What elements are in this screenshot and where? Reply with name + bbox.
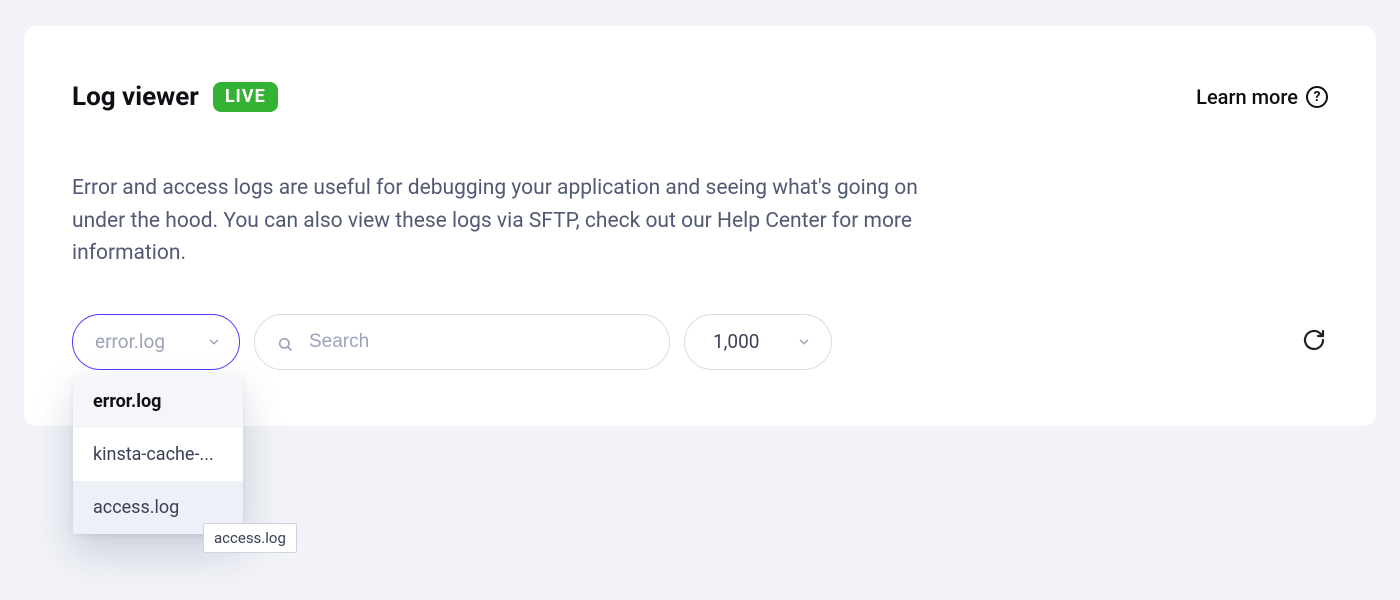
search-input[interactable]	[309, 331, 647, 353]
page-title: Log viewer	[72, 82, 199, 112]
live-badge: LIVE	[213, 82, 278, 112]
title-wrap: Log viewer LIVE	[72, 82, 278, 112]
header-row: Log viewer LIVE Learn more ?	[72, 82, 1328, 112]
log-file-dropdown: error.log kinsta-cache-... access.log ac…	[73, 375, 243, 534]
chevron-down-icon	[207, 335, 221, 349]
dropdown-option-error-log[interactable]: error.log	[73, 375, 243, 428]
refresh-button[interactable]	[1300, 328, 1328, 356]
chevron-down-icon	[797, 335, 811, 349]
controls-row: error.log error.log kinsta-cache-... acc…	[72, 314, 1328, 370]
search-box[interactable]	[254, 314, 670, 370]
refresh-icon	[1302, 328, 1326, 355]
option-tooltip: access.log	[203, 523, 297, 553]
line-count-value: 1,000	[713, 330, 759, 353]
dropdown-option-kinsta-cache[interactable]: kinsta-cache-...	[73, 428, 243, 481]
log-file-select[interactable]: error.log error.log kinsta-cache-... acc…	[72, 314, 240, 370]
description-text: Error and access logs are useful for deb…	[72, 172, 942, 270]
search-icon	[277, 334, 293, 350]
learn-more-label: Learn more	[1196, 85, 1298, 109]
learn-more-link[interactable]: Learn more ?	[1196, 85, 1328, 109]
help-icon: ?	[1306, 86, 1328, 108]
log-viewer-card: Log viewer LIVE Learn more ? Error and a…	[24, 26, 1376, 426]
line-count-select[interactable]: 1,000	[684, 314, 832, 370]
log-file-select-value: error.log	[95, 330, 165, 353]
